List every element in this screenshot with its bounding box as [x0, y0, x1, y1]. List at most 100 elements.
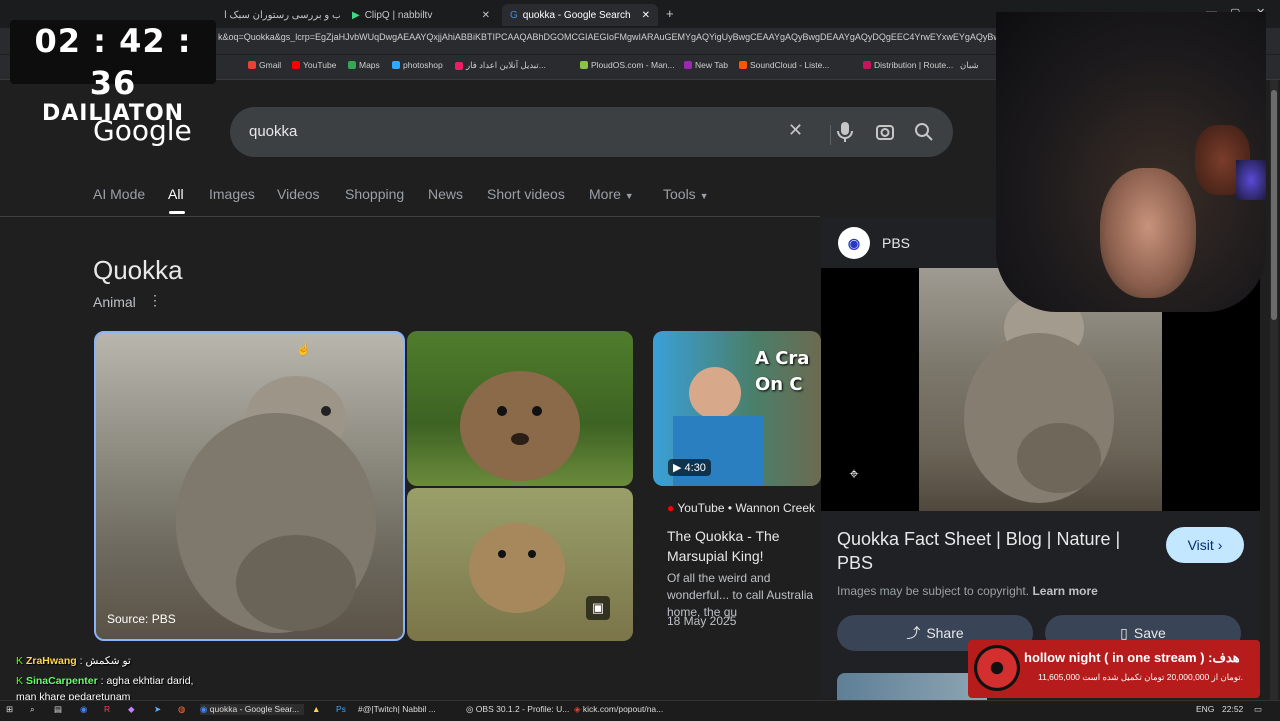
- tab-restaurant[interactable]: اسباب و بررسی رستوران سبک ا✕: [216, 4, 340, 26]
- tab-all[interactable]: All: [168, 186, 184, 202]
- taskbar-label: #@|Twitch| Nabbil ...: [358, 704, 436, 714]
- quokka-illustration: [176, 376, 376, 633]
- chevron-right-icon: ›: [1217, 537, 1223, 553]
- microphone-icon[interactable]: [837, 121, 853, 143]
- learn-more-link[interactable]: Learn more: [1032, 584, 1097, 598]
- quokka-image-main[interactable]: [94, 331, 405, 641]
- lens-camera-icon[interactable]: [875, 122, 895, 142]
- close-icon[interactable]: ✕: [642, 10, 650, 21]
- photoshop-icon[interactable]: Ps: [336, 704, 346, 714]
- gmail-icon: [248, 61, 256, 69]
- tab-more[interactable]: More ▼: [589, 186, 634, 202]
- bookmark-label: شبان: [960, 60, 979, 70]
- task-view-icon[interactable]: ▤: [54, 704, 62, 715]
- bookmark-maps[interactable]: Maps: [348, 60, 380, 70]
- google-logo[interactable]: Google: [93, 114, 192, 147]
- preview-title[interactable]: Quokka Fact Sheet | Blog | Nature | PBS: [837, 527, 1157, 575]
- search-icon[interactable]: [914, 122, 934, 142]
- photoshop-icon: [392, 61, 400, 69]
- tab-label: ClipQ | nabbiltv: [364, 9, 433, 21]
- chrome-icon[interactable]: ◉: [80, 704, 87, 715]
- app-icon[interactable]: R: [104, 704, 110, 714]
- windows-start-icon[interactable]: ⊞: [6, 704, 13, 715]
- lens-search-icon[interactable]: ⌖: [843, 466, 865, 488]
- bookmark-label: SoundCloud - Liste...: [750, 60, 830, 70]
- tab-short-videos[interactable]: Short videos: [487, 186, 565, 202]
- bookmark-distribution[interactable]: Distribution | Route...: [863, 60, 953, 70]
- video-date: 18 May 2025: [667, 614, 737, 628]
- bookmark-persian[interactable]: شبان: [960, 60, 979, 71]
- clear-icon[interactable]: ✕: [788, 120, 803, 141]
- quokka-image-grass[interactable]: [407, 331, 633, 486]
- url-text[interactable]: k&oq=Quokka&gs_lcrp=EgZjaHJvbWUqDwgAEAAY…: [218, 32, 1018, 42]
- video-thumb-text: A Cra On C: [755, 348, 810, 395]
- tab-label: اسباب و بررسی رستوران سبک ا: [224, 9, 340, 21]
- bookmark-soundcloud[interactable]: SoundCloud - Liste...: [739, 60, 829, 70]
- bookmark-ploudos[interactable]: PloudOS.com - Man...: [580, 60, 675, 70]
- video-source-text: YouTube • Wannon Creek: [677, 501, 815, 515]
- tab-label: quokka - Google Search: [522, 9, 631, 21]
- bookmark-label: YouTube: [303, 60, 337, 70]
- timer-time: 02 : 42 : 36: [34, 22, 192, 102]
- scrollbar-thumb[interactable]: [1271, 90, 1277, 320]
- video-source[interactable]: ● YouTube • Wannon Creek: [667, 501, 822, 515]
- visit-button[interactable]: Visit ›: [1166, 527, 1244, 563]
- telegram-icon[interactable]: ➤: [154, 704, 161, 715]
- bookmark-number-converter[interactable]: تبدیل آنلاین اعداد فار...: [455, 60, 546, 71]
- new-tab-icon: [684, 61, 692, 69]
- chat-text: : تو شکمش: [79, 655, 131, 667]
- donation-progress: 11,605,000 تومان از 20,000,000 تومان تکم…: [1038, 672, 1243, 682]
- bookmark-photoshop[interactable]: photoshop: [392, 60, 443, 70]
- sharingan-icon: [974, 645, 1020, 691]
- tab-news[interactable]: News: [428, 186, 463, 202]
- bookmark-gmail[interactable]: Gmail: [248, 60, 281, 70]
- taskbar-item-obs[interactable]: ◎ OBS 30.1.2 - Profile: U...: [466, 704, 569, 715]
- share-icon: ⤴: [906, 625, 921, 641]
- quokka-face-illustration: [460, 371, 580, 481]
- streamer-face: [1100, 168, 1196, 298]
- search-input[interactable]: quokka: [249, 123, 297, 140]
- taskbar-label: quokka - Google Sear...: [209, 704, 300, 714]
- app-icon[interactable]: ◆: [128, 704, 135, 715]
- app-icon[interactable]: ▲: [312, 704, 320, 714]
- taskbar-item-kick[interactable]: ◈ kick.com/popout/na...: [574, 704, 663, 715]
- bookmark-new-tab[interactable]: New Tab: [684, 60, 728, 70]
- pbs-logo-icon: ◉: [838, 227, 870, 259]
- next-result-thumbnail[interactable]: [837, 673, 987, 700]
- visit-label: Visit: [1187, 537, 1214, 553]
- tab-ai-mode[interactable]: AI Mode: [93, 186, 145, 202]
- search-icon[interactable]: ⌕: [30, 704, 35, 715]
- taskbar-label: OBS 30.1.2 - Profile: U...: [475, 704, 570, 714]
- image-gallery-icon[interactable]: ▣: [586, 596, 610, 620]
- video-title[interactable]: The Quokka - The Marsupial King!: [667, 526, 822, 566]
- chat-message: K SinaCarpenter : agha ekhtiar darid,: [16, 675, 193, 687]
- image-source-label: Source: PBS: [107, 612, 176, 626]
- bookmark-youtube[interactable]: YouTube: [292, 60, 336, 70]
- new-tab-button[interactable]: +: [666, 6, 674, 21]
- more-options-icon[interactable]: ⋮: [148, 292, 162, 309]
- close-icon[interactable]: ✕: [482, 10, 490, 21]
- taskbar-item-twitch[interactable]: #@|Twitch| Nabbil ...: [358, 704, 436, 714]
- tab-shopping[interactable]: Shopping: [345, 186, 404, 202]
- tab-clipq[interactable]: ▶ ClipQ | nabbiltv ✕: [344, 4, 498, 26]
- distribution-icon: [863, 61, 871, 69]
- tab-images[interactable]: Images: [209, 186, 255, 202]
- taskbar-item-google[interactable]: ◉ quokka - Google Sear...: [200, 704, 304, 715]
- taskbar-label: kick.com/popout/na...: [582, 704, 664, 714]
- bookmark-label: photoshop: [403, 60, 443, 70]
- tab-videos[interactable]: Videos: [277, 186, 320, 202]
- tab-tools[interactable]: Tools ▼: [663, 186, 709, 202]
- video-duration: ▶ 4:30: [668, 459, 711, 476]
- google-icon: G: [510, 9, 518, 21]
- bookmark-label: PloudOS.com - Man...: [591, 60, 675, 70]
- bookmark-label: New Tab: [695, 60, 728, 70]
- clock[interactable]: 22:52: [1222, 704, 1243, 714]
- firefox-icon[interactable]: ◍: [178, 704, 185, 715]
- tab-google-search[interactable]: Gquokka - Google Search ✕: [502, 4, 658, 26]
- language-indicator[interactable]: ENG: [1196, 704, 1214, 714]
- preview-source-name[interactable]: PBS: [882, 235, 910, 251]
- save-label: Save: [1133, 625, 1166, 641]
- obs-icon: ◎: [466, 704, 474, 714]
- donation-goal-widget: hollow night ( in one stream ) :هدف 11,6…: [968, 640, 1260, 698]
- notification-icon[interactable]: ▭: [1254, 704, 1262, 715]
